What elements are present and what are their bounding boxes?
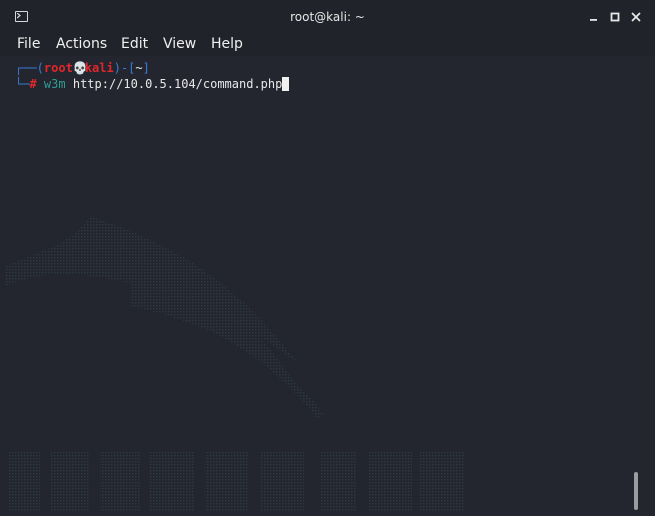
prompt-bracket-close: ] — [142, 61, 150, 75]
prompt-separator: )-[ — [113, 61, 136, 75]
terminal-window: root@kali: ~ File Actions Edit View Help… — [0, 0, 655, 516]
prompt-corner-bottom: └─ — [15, 77, 30, 91]
window-title: root@kali: ~ — [290, 10, 365, 24]
menu-edit[interactable]: Edit — [121, 34, 148, 56]
prompt-user: root — [43, 61, 73, 75]
menu-help[interactable]: Help — [211, 34, 243, 56]
command-argument: http://10.0.5.104/command.php — [72, 77, 283, 91]
prompt-path: ~ — [135, 61, 143, 75]
skull-icon: 💀 — [72, 61, 88, 75]
command-name: w3m — [43, 77, 66, 91]
prompt-hash: # — [29, 77, 37, 91]
terminal-area[interactable]: ┌──(root💀kali)-[~] └─# w3m http://10.0.5… — [0, 56, 655, 516]
scrollbar[interactable] — [634, 472, 638, 510]
prompt-corner-top: ┌──( — [15, 61, 44, 75]
menu-actions[interactable]: Actions — [56, 34, 107, 56]
terminal-icon — [15, 11, 28, 22]
close-button[interactable] — [628, 9, 644, 25]
menu-file[interactable]: File — [17, 34, 40, 56]
kali-dragon-watermark — [5, 216, 464, 511]
prompt-line-1: ┌──(root💀kali)-[~] — [15, 60, 150, 76]
maximize-icon — [610, 12, 620, 22]
prompt-line-2: └─# w3m http://10.0.5.104/command.php — [15, 76, 290, 92]
minimize-button[interactable] — [586, 9, 602, 25]
minimize-icon — [590, 19, 597, 21]
title-bar[interactable]: root@kali: ~ — [0, 0, 655, 34]
text-cursor — [282, 77, 290, 91]
menu-view[interactable]: View — [163, 34, 196, 56]
prompt-host: kali — [84, 61, 114, 75]
maximize-button[interactable] — [607, 9, 623, 25]
close-icon — [631, 12, 641, 22]
menu-bar: File Actions Edit View Help — [0, 34, 655, 56]
